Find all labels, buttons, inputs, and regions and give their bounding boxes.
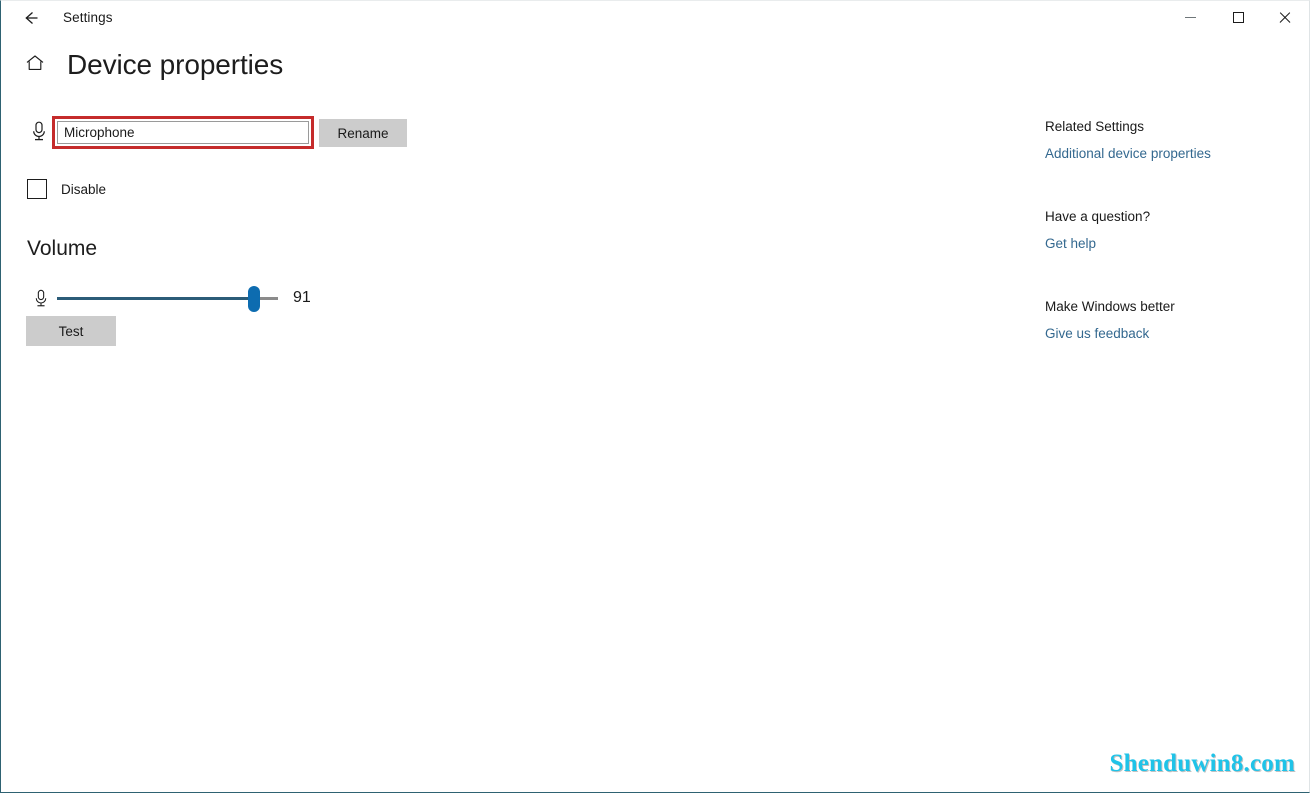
link-get-help[interactable]: Get help bbox=[1045, 236, 1096, 251]
app-title: Settings bbox=[63, 10, 113, 25]
volume-value: 91 bbox=[293, 289, 311, 306]
microphone-icon bbox=[31, 285, 51, 313]
volume-slider-fill bbox=[57, 297, 254, 300]
close-button[interactable] bbox=[1261, 1, 1307, 33]
disable-row[interactable]: Disable bbox=[27, 179, 106, 199]
rename-button[interactable]: Rename bbox=[319, 119, 407, 147]
minimize-button[interactable] bbox=[1167, 1, 1213, 33]
sidebar-group-related-settings: Related Settings Additional device prope… bbox=[1045, 119, 1295, 163]
disable-checkbox[interactable] bbox=[27, 179, 47, 199]
home-button[interactable] bbox=[13, 52, 57, 79]
minimize-icon bbox=[1184, 16, 1196, 18]
sidebar-heading: Make Windows better bbox=[1045, 299, 1175, 314]
sidebar-group-have-a-question: Have a question? Get help bbox=[1045, 209, 1295, 253]
volume-slider-thumb[interactable] bbox=[248, 286, 260, 312]
device-name-input[interactable] bbox=[57, 121, 309, 144]
sidebar-heading: Have a question? bbox=[1045, 209, 1151, 224]
microphone-icon bbox=[28, 117, 50, 147]
link-give-us-feedback[interactable]: Give us feedback bbox=[1045, 326, 1149, 341]
sidebar-group-make-windows-better: Make Windows better Give us feedback bbox=[1045, 299, 1295, 343]
settings-window: Settings Device properties Microphone Re… bbox=[0, 0, 1310, 793]
page-title: Device properties bbox=[67, 49, 284, 80]
maximize-button[interactable] bbox=[1215, 1, 1261, 33]
title-bar: Settings bbox=[1, 1, 1309, 34]
close-icon bbox=[1278, 11, 1291, 24]
back-arrow-icon bbox=[21, 8, 41, 28]
volume-slider[interactable] bbox=[57, 285, 278, 313]
watermark: Shenduwin8.com bbox=[1109, 750, 1295, 777]
link-additional-device-properties[interactable]: Additional device properties bbox=[1045, 146, 1211, 161]
home-icon bbox=[24, 52, 46, 79]
back-button[interactable] bbox=[9, 3, 53, 33]
sidebar-heading: Related Settings bbox=[1045, 119, 1145, 134]
volume-heading: Volume bbox=[27, 237, 98, 260]
maximize-icon bbox=[1232, 11, 1244, 23]
page-header: Device properties bbox=[1, 49, 283, 81]
disable-label: Disable bbox=[61, 181, 107, 197]
related-settings-sidebar: Related Settings Additional device prope… bbox=[1045, 119, 1295, 389]
test-button[interactable]: Test bbox=[26, 316, 116, 346]
